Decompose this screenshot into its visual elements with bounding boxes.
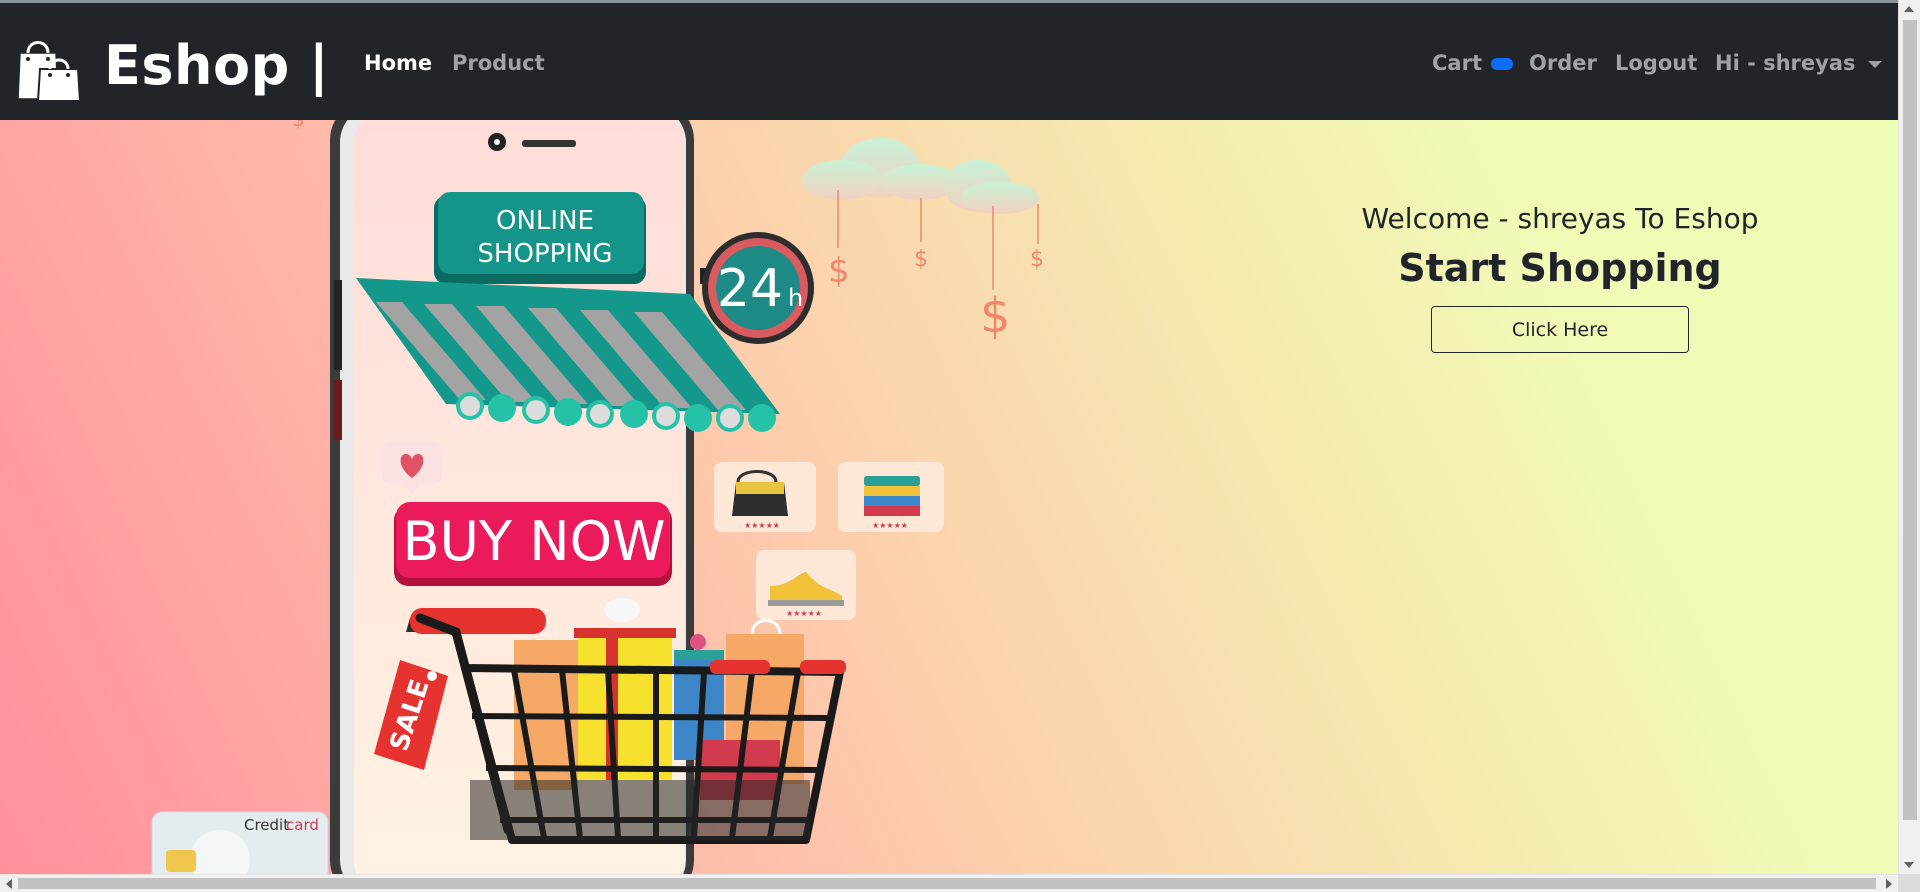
click-here-button[interactable]: Click Here (1431, 306, 1689, 353)
dollar-sign-1: $ (828, 251, 850, 291)
welcome-block: Welcome - shreyas To Eshop Start Shoppin… (1270, 200, 1850, 353)
horizontal-scrollbar[interactable] (0, 874, 1898, 892)
user-menu-dropdown[interactable]: Hi - shreyas (1715, 49, 1882, 77)
cart-count-badge (1490, 58, 1513, 70)
scrollbar-corner (1898, 874, 1920, 892)
product-card-bag: ★★★★★ (714, 462, 816, 532)
nav-order[interactable]: Order (1529, 49, 1597, 77)
nav-cart-label: Cart (1432, 51, 1482, 75)
sign-line-2: SHOPPING (477, 239, 612, 269)
buy-now-text: BUY NOW (402, 510, 665, 573)
dollar-sign-2: $ (914, 247, 928, 272)
start-shopping-heading: Start Shopping (1398, 246, 1722, 290)
credit-card-label-2: card (286, 816, 319, 834)
scroll-up-arrow-icon[interactable] (1904, 6, 1914, 12)
dollar-sign-4: $ (1030, 247, 1044, 272)
user-greeting: Hi - shreyas (1715, 51, 1856, 75)
product-card-clothes: ★★★★★ (838, 462, 944, 532)
24h-badge: 24 h (700, 232, 814, 344)
brand-title: Eshop | (104, 34, 330, 97)
welcome-message: Welcome - shreyas To Eshop (1361, 202, 1759, 235)
rating-stars-bag: ★★★★★ (744, 521, 780, 530)
scroll-left-arrow-icon[interactable] (6, 879, 12, 889)
caret-down-icon (1867, 60, 1882, 68)
nav-cart[interactable]: Cart (1432, 49, 1513, 77)
nav-logout[interactable]: Logout (1615, 49, 1697, 77)
online-shopping-illustration: $ $ $ $ $ ONLINE SHOPPING (151, 120, 1044, 874)
vertical-scrollbar[interactable] (1898, 0, 1920, 874)
vertical-scroll-thumb[interactable] (1903, 20, 1917, 820)
online-shopping-sign: ONLINE SHOPPING (434, 192, 646, 284)
product-card-shoe: ★★★★★ (756, 550, 856, 620)
horizontal-scroll-thumb[interactable] (18, 878, 1876, 889)
nav-product[interactable]: Product (452, 49, 545, 77)
credit-card-label-1: Credit (244, 816, 289, 834)
24h-number: 24 (717, 259, 783, 319)
scroll-right-arrow-icon[interactable] (1886, 879, 1892, 889)
scroll-down-arrow-icon[interactable] (1904, 862, 1914, 868)
hero-banner: $ $ $ $ $ ONLINE SHOPPING (0, 120, 1898, 874)
24h-suffix: h (788, 284, 803, 312)
buy-now-sign: BUY NOW (394, 502, 672, 586)
rating-stars-clothes: ★★★★★ (872, 521, 908, 530)
dollar-sign-3: $ (980, 288, 1011, 344)
nav-home[interactable]: Home (364, 49, 432, 77)
navbar: Eshop | Home Product Cart Order Logout H… (0, 3, 1898, 120)
brand-link[interactable]: Eshop | (16, 35, 329, 103)
shopping-bags-icon (17, 41, 82, 102)
sign-line-1: ONLINE (496, 206, 594, 236)
credit-card-icon: Credit card (151, 811, 329, 874)
dollar-sign-5: $ (292, 120, 305, 131)
rating-stars-shoe: ★★★★★ (786, 609, 822, 618)
